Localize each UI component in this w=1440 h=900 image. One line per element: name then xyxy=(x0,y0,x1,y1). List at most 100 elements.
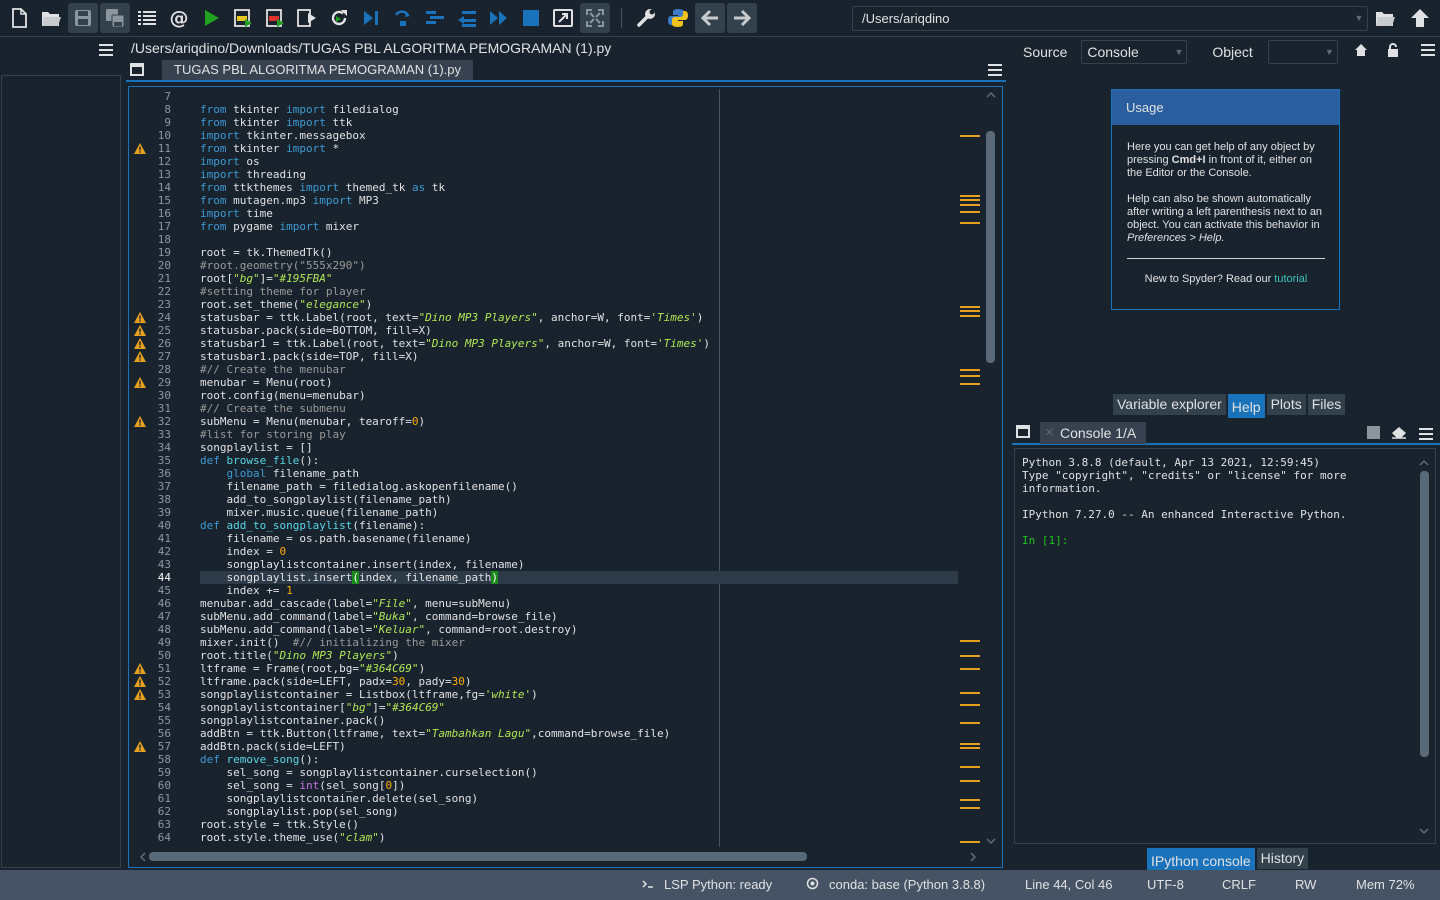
code-line[interactable]: statusbar1.pack(side=TOP, fill=X) xyxy=(200,350,419,363)
warning-flag[interactable] xyxy=(960,135,980,137)
warning-icon[interactable] xyxy=(134,377,146,388)
warning-icon[interactable] xyxy=(134,689,146,700)
code-line[interactable]: statusbar.pack(side=BOTTOM, fill=X) xyxy=(200,324,432,337)
code-line[interactable]: def add_to_songplaylist(filename): xyxy=(200,519,425,532)
warning-flag[interactable] xyxy=(960,211,980,213)
code-line[interactable]: #list for storing play xyxy=(200,428,346,441)
code-line[interactable]: filename = os.path.basename(filename) xyxy=(200,532,471,545)
code-editor[interactable]: 7 8 9 10 11 12 13 14 15 16 17 18 19 20 21 22 23 24 25 26 27 2… xyxy=(128,86,1003,868)
editor-horizontal-scrollbar[interactable] xyxy=(139,850,977,862)
code-line[interactable]: from tkinter import * xyxy=(200,142,339,155)
warning-icon[interactable] xyxy=(134,351,146,362)
warning-icon[interactable] xyxy=(134,325,146,336)
warning-flag[interactable] xyxy=(960,807,980,809)
tutorial-link[interactable]: tutorial xyxy=(1274,273,1307,285)
code-line[interactable]: mixer.music.queue(filename_path) xyxy=(200,506,438,519)
lock-icon[interactable] xyxy=(1387,42,1399,62)
code-line[interactable]: root.config(menu=menubar) xyxy=(200,389,366,402)
tab-help[interactable]: Help xyxy=(1227,394,1265,418)
code-line[interactable]: index = 0 xyxy=(200,545,286,558)
code-area[interactable]: from tkinter import filedialog from tkint… xyxy=(200,87,960,847)
save-button[interactable] xyxy=(68,3,98,33)
console-tab[interactable]: ✕ Console 1/A xyxy=(1040,422,1147,444)
code-line[interactable]: def remove_song(): xyxy=(200,753,319,766)
warning-flag[interactable] xyxy=(960,799,980,801)
browse-tabs-icon[interactable] xyxy=(130,63,144,81)
code-line[interactable]: from pygame import mixer xyxy=(200,220,359,233)
editor-vertical-scrollbar[interactable] xyxy=(984,91,998,845)
code-line[interactable]: menubar.add_cascade(label="File", menu=s… xyxy=(200,597,511,610)
code-line[interactable]: subMenu.add_command(label="Keluar", comm… xyxy=(200,623,578,636)
debug-button[interactable] xyxy=(356,3,386,33)
warning-flag[interactable] xyxy=(960,722,980,724)
scroll-down-icon[interactable] xyxy=(986,837,996,845)
warning-flag[interactable] xyxy=(960,640,980,642)
new-file-button[interactable] xyxy=(4,3,34,33)
code-line[interactable]: #root.geometry("555x290") xyxy=(200,259,366,272)
scroll-up-icon[interactable] xyxy=(986,91,996,99)
back-button[interactable] xyxy=(695,3,725,33)
code-line[interactable]: def browse_file(): xyxy=(200,454,319,467)
home-icon[interactable] xyxy=(1354,43,1368,62)
save-all-button[interactable] xyxy=(100,3,130,33)
hamburger-menu-icon[interactable] xyxy=(988,63,1002,81)
hamburger-menu-icon[interactable] xyxy=(1419,427,1433,445)
run-selection-button[interactable] xyxy=(292,3,322,33)
scrollbar-thumb[interactable] xyxy=(1420,471,1429,757)
code-line[interactable]: sel_song = songplaylistcontainer.cursele… xyxy=(200,766,537,779)
code-line[interactable]: #setting theme for player xyxy=(200,285,366,298)
code-line[interactable]: addBtn = ttk.Button(ltframe, text="Tamba… xyxy=(200,727,670,740)
tab-files[interactable]: Files xyxy=(1307,394,1346,415)
code-line[interactable]: songplaylistcontainer = Listbox(ltframe,… xyxy=(200,688,538,701)
step-into-button[interactable] xyxy=(420,3,450,33)
code-line[interactable]: from ttkthemes import themed_tk as tk xyxy=(200,181,445,194)
warning-flag[interactable] xyxy=(960,306,980,308)
code-line[interactable]: songplaylist = [] xyxy=(200,441,313,454)
step-return-button[interactable] xyxy=(452,3,482,33)
mention-button[interactable]: @ xyxy=(164,3,194,33)
browse-tabs-icon[interactable] xyxy=(1016,425,1030,443)
working-directory-input[interactable]: /Users/ariqdino ▼ xyxy=(852,6,1368,31)
ipython-console[interactable]: Python 3.8.8 (default, Apr 13 2021, 12:5… xyxy=(1014,448,1436,844)
code-line[interactable]: subMenu.add_command(label="Buka", comman… xyxy=(200,610,558,623)
code-line[interactable]: filename_path = filedialog.askopenfilena… xyxy=(200,480,517,493)
code-line[interactable]: import os xyxy=(200,155,260,168)
lsp-status[interactable]: LSP Python: ready xyxy=(664,877,772,892)
warning-flag[interactable] xyxy=(960,766,980,768)
code-line[interactable]: import threading xyxy=(200,168,306,181)
code-line[interactable]: import tkinter.messagebox xyxy=(200,129,366,142)
close-icon[interactable]: ✕ xyxy=(1045,422,1054,444)
warning-icon[interactable] xyxy=(134,143,146,154)
tab-plots[interactable]: Plots xyxy=(1266,394,1306,415)
code-line[interactable]: root.style = ttk.Style() xyxy=(200,818,359,831)
warning-icon[interactable] xyxy=(134,416,146,427)
tab-ipython-console[interactable]: IPython console xyxy=(1147,848,1255,872)
code-line[interactable]: ltframe = Frame(root,bg="#364C69") xyxy=(200,662,425,675)
hamburger-menu-icon[interactable] xyxy=(1420,43,1435,61)
warning-icon[interactable] xyxy=(134,338,146,349)
stop-icon[interactable] xyxy=(1367,426,1380,444)
warning-flag[interactable] xyxy=(960,315,980,317)
warning-icon[interactable] xyxy=(134,676,146,687)
continue-button[interactable] xyxy=(484,3,514,33)
conda-env[interactable]: conda: base (Python 3.8.8) xyxy=(829,877,985,892)
code-line[interactable]: songplaylistcontainer["bg"]="#364C69" xyxy=(200,701,445,714)
scroll-left-icon[interactable] xyxy=(139,852,147,862)
warning-flag[interactable] xyxy=(960,841,980,843)
tab-history[interactable]: History xyxy=(1256,848,1309,869)
outline-tree[interactable] xyxy=(1,75,121,868)
console-scrollbar[interactable] xyxy=(1418,459,1430,835)
tab-variable-explorer[interactable]: Variable explorer xyxy=(1113,394,1226,415)
scroll-right-icon[interactable] xyxy=(969,852,977,862)
step-button[interactable] xyxy=(388,3,418,33)
warning-flag[interactable] xyxy=(960,747,980,749)
warning-icon[interactable] xyxy=(134,663,146,674)
scroll-down-icon[interactable] xyxy=(1419,827,1429,835)
warning-flag[interactable] xyxy=(960,383,980,385)
code-line[interactable]: root.style.theme_use("clam") xyxy=(200,831,385,844)
open-file-button[interactable] xyxy=(36,3,66,33)
code-line[interactable]: index += 1 xyxy=(200,584,292,597)
warning-flag[interactable] xyxy=(960,199,980,201)
code-line[interactable]: songplaylistcontainer.delete(sel_song) xyxy=(200,792,478,805)
code-line[interactable]: songplaylist.insert(index, filename_path… xyxy=(200,571,958,584)
